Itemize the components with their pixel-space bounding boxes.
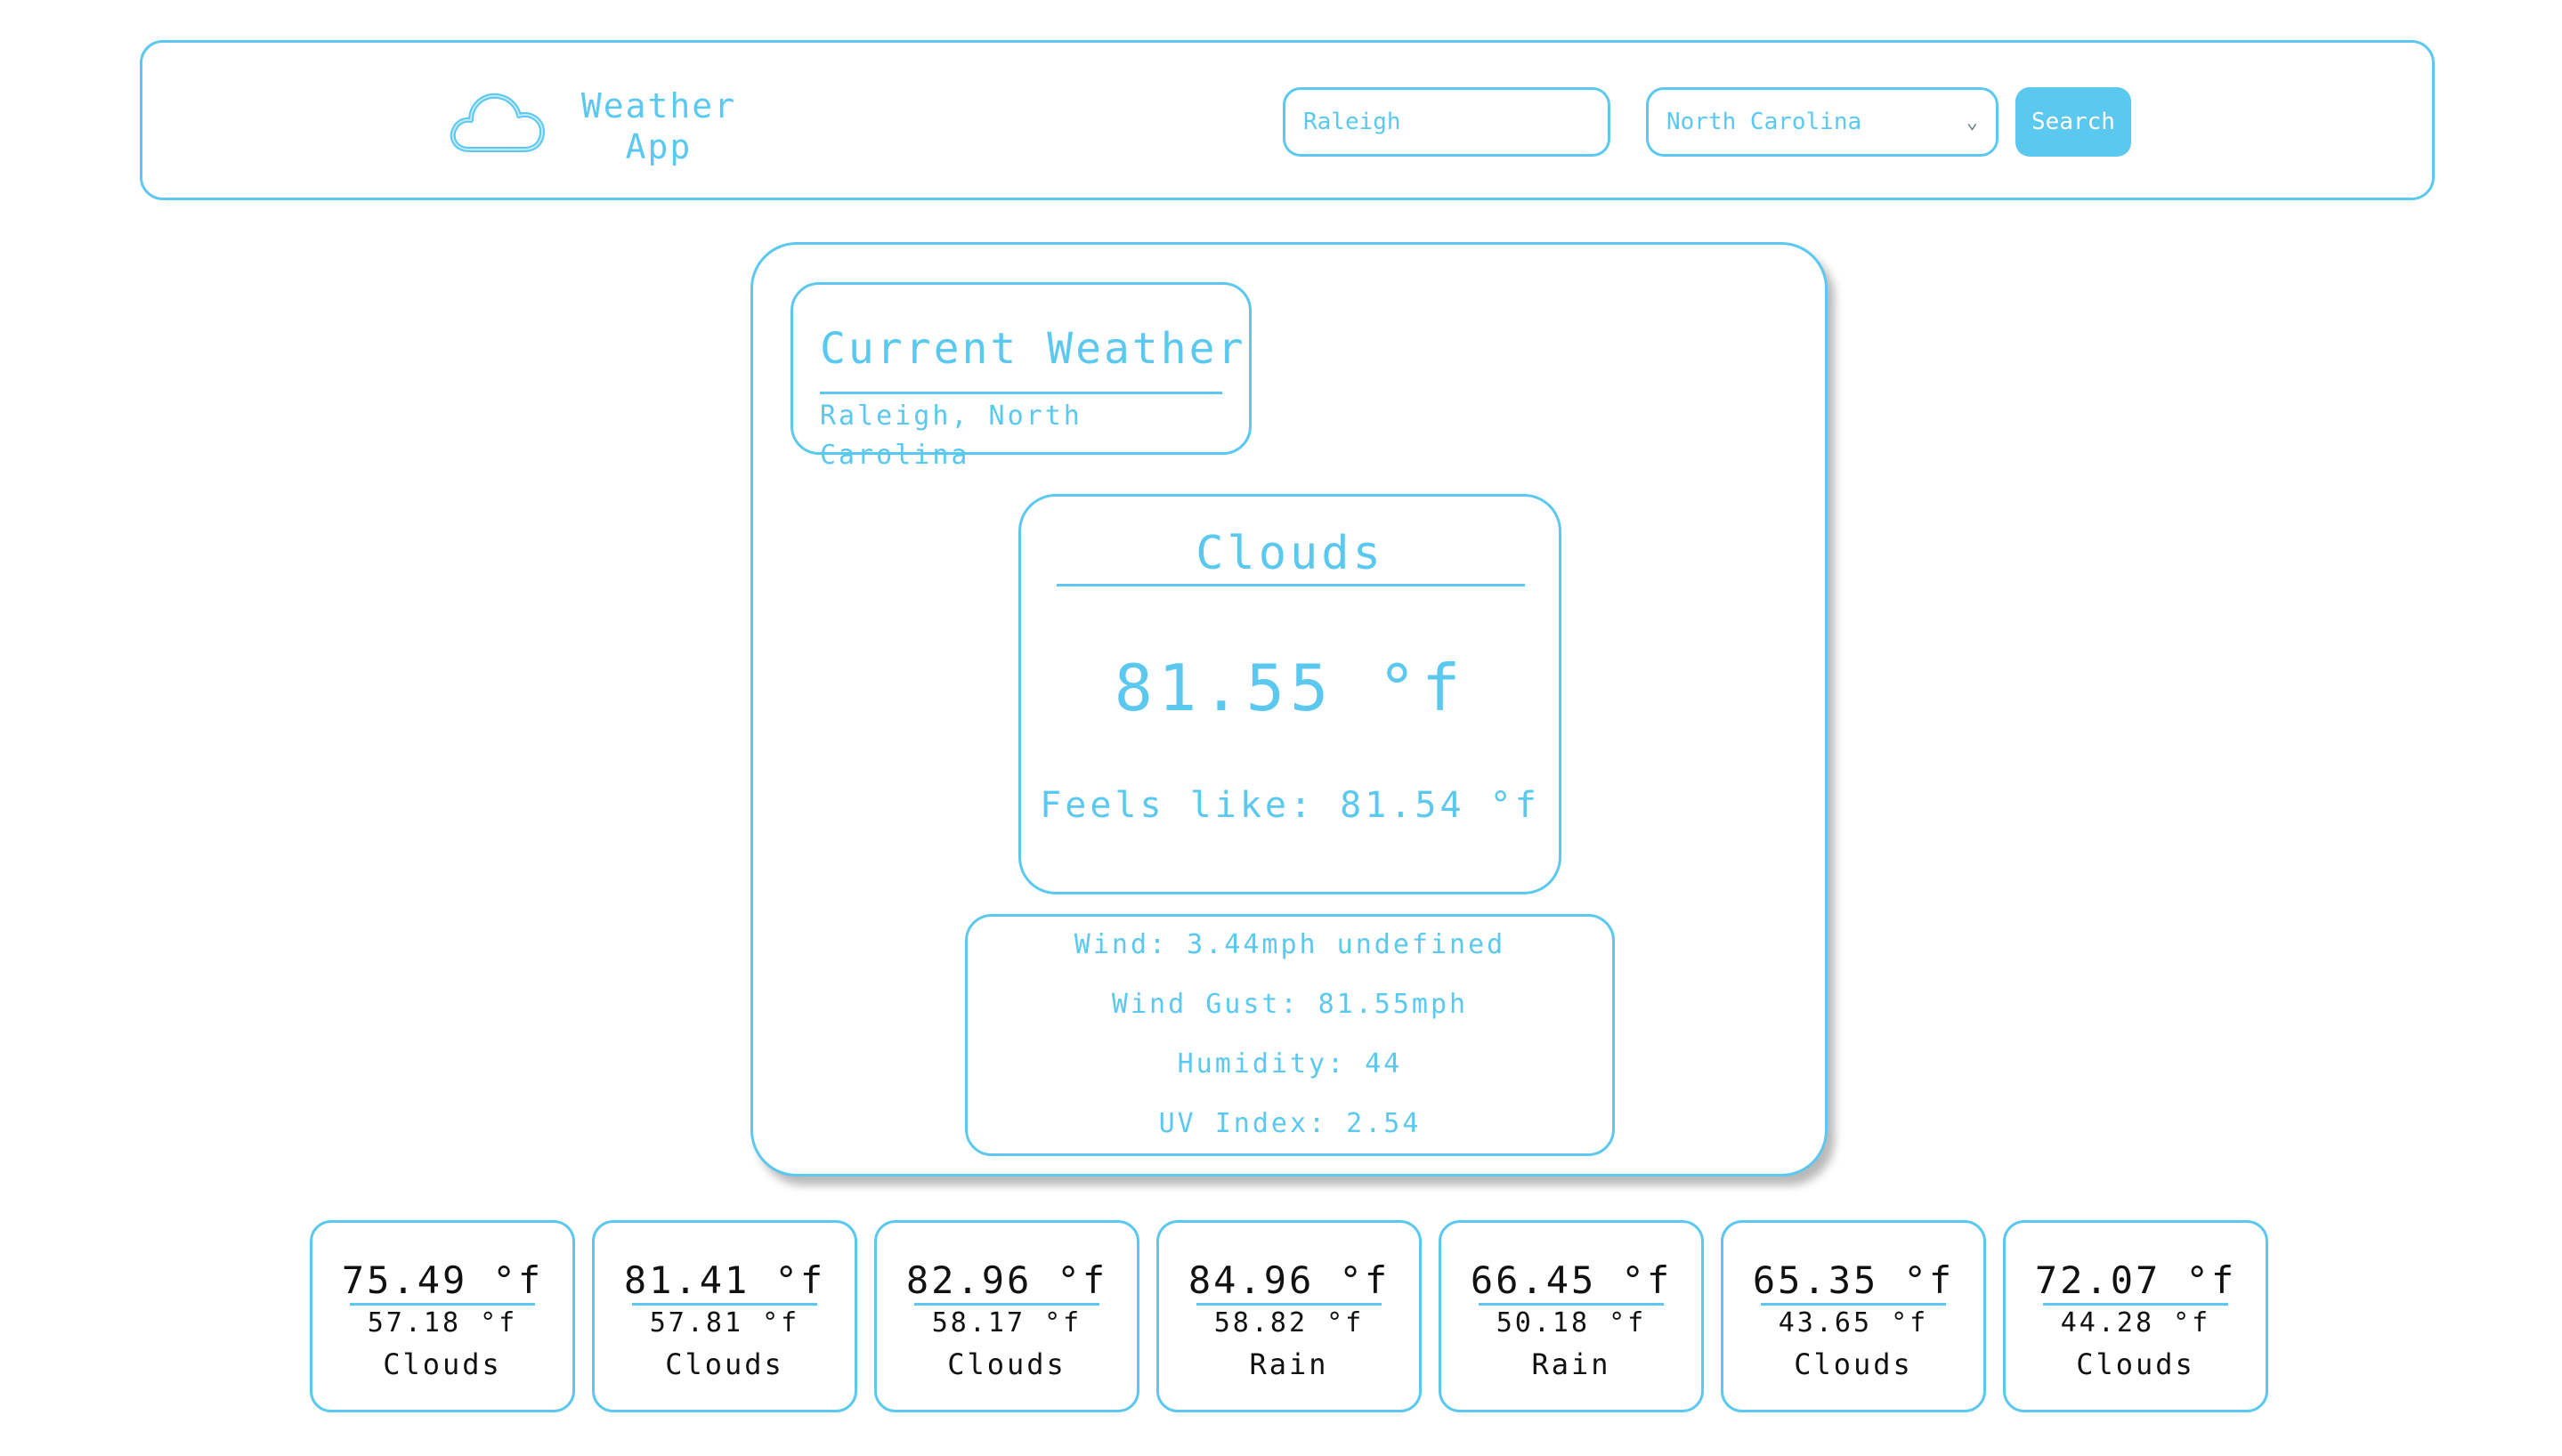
forecast-divider — [632, 1303, 817, 1306]
app-title: Weather App — [561, 85, 757, 167]
wind-gust: Wind Gust: 81.55mph — [1111, 989, 1469, 1020]
cloud-icon — [450, 93, 545, 152]
forecast-card: 84.96 °f 58.82 °f Rain — [1156, 1220, 1422, 1412]
app-header: Weather App North Carolina ⌄ Search — [140, 40, 2435, 200]
forecast-condition: Rain — [1531, 1347, 1611, 1381]
forecast-high: 75.49 °f — [341, 1258, 544, 1302]
forecast-divider — [2043, 1303, 2228, 1306]
forecast-condition: Clouds — [1794, 1347, 1913, 1381]
forecast-divider — [350, 1303, 535, 1306]
forecast-high: 81.41 °f — [623, 1258, 826, 1302]
forecast-high: 82.96 °f — [905, 1258, 1108, 1302]
current-weather-title-card: Current Weather Raleigh, North Carolina — [790, 282, 1252, 471]
forecast-low: 44.28 °f — [2060, 1307, 2211, 1339]
forecast-card: 65.35 °f 43.65 °f Clouds — [1721, 1220, 1986, 1412]
humidity: Humidity: 44 — [1177, 1048, 1403, 1080]
forecast-card: 82.96 °f 58.17 °f Clouds — [874, 1220, 1139, 1412]
city-search-input[interactable] — [1283, 87, 1610, 157]
condition-divider — [1057, 584, 1525, 586]
chevron-down-icon: ⌄ — [1966, 110, 1978, 133]
forecast-low: 58.17 °f — [931, 1307, 1082, 1339]
forecast-condition: Clouds — [665, 1347, 784, 1381]
forecast-condition: Clouds — [947, 1347, 1066, 1381]
wind-speed: Wind: 3.44mph undefined — [1074, 929, 1506, 960]
app-title-line1: Weather — [580, 86, 737, 125]
forecast-divider — [1761, 1303, 1946, 1306]
forecast-card: 72.07 °f 44.28 °f Clouds — [2003, 1220, 2268, 1412]
heading-divider — [820, 392, 1222, 394]
forecast-low: 57.81 °f — [649, 1307, 800, 1339]
details-card: Wind: 3.44mph undefined Wind Gust: 81.55… — [965, 914, 1615, 1156]
state-select[interactable]: North Carolina ⌄ — [1646, 87, 1999, 157]
forecast-divider — [1479, 1303, 1664, 1306]
current-weather-heading: Current Weather — [820, 324, 1246, 374]
forecast-high: 84.96 °f — [1188, 1258, 1390, 1302]
location-label: Raleigh, North Carolina — [820, 400, 1082, 471]
forecast-low: 57.18 °f — [367, 1307, 518, 1339]
condition-card: Clouds 81.55 °f Feels like: 81.54 °f — [1018, 494, 1561, 894]
condition-label: Clouds — [1196, 527, 1384, 580]
state-select-value: North Carolina — [1666, 109, 1862, 135]
forecast-high: 65.35 °f — [1752, 1258, 1955, 1302]
forecast-card: 75.49 °f 57.18 °f Clouds — [310, 1220, 575, 1412]
forecast-condition: Clouds — [2076, 1347, 2195, 1381]
feels-like: Feels like: 81.54 °f — [1040, 785, 1540, 826]
forecast-low: 43.65 °f — [1778, 1307, 1929, 1339]
forecast-low: 58.82 °f — [1213, 1307, 1365, 1339]
forecast-condition: Clouds — [383, 1347, 502, 1381]
search-button[interactable]: Search — [2015, 87, 2131, 157]
forecast-condition: Rain — [1249, 1347, 1329, 1381]
forecast-card: 66.45 °f 50.18 °f Rain — [1439, 1220, 1704, 1412]
forecast-low: 50.18 °f — [1496, 1307, 1647, 1339]
forecast-high: 66.45 °f — [1470, 1258, 1673, 1302]
current-weather-card: Current Weather Raleigh, North Carolina … — [750, 242, 1828, 1177]
forecast-card: 81.41 °f 57.81 °f Clouds — [592, 1220, 857, 1412]
current-temperature: 81.55 °f — [1114, 651, 1466, 725]
uv-index: UV Index: 2.54 — [1158, 1108, 1422, 1139]
app-title-line2: App — [625, 127, 693, 166]
forecast-high: 72.07 °f — [2034, 1258, 2237, 1302]
forecast-divider — [914, 1303, 1099, 1306]
forecast-divider — [1196, 1303, 1382, 1306]
